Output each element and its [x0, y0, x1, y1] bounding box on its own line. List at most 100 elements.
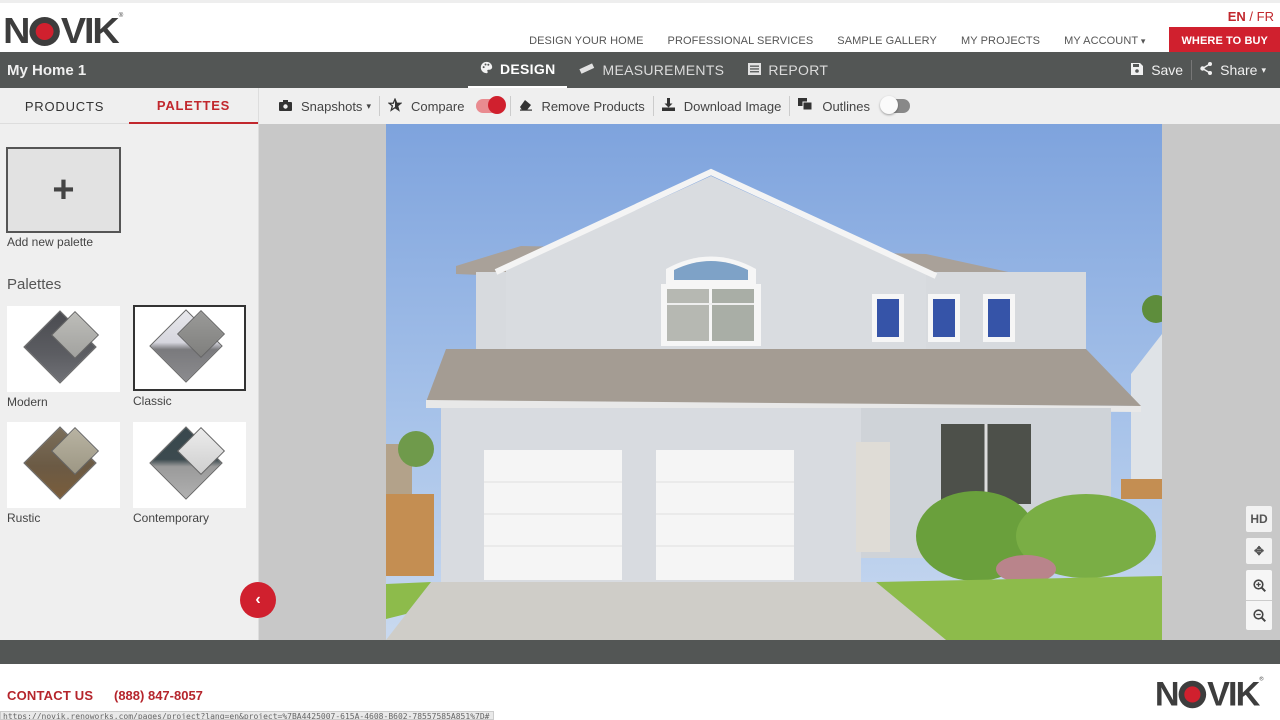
- plus-icon: +: [52, 169, 75, 211]
- novik-logo[interactable]: N VIK ®: [3, 13, 123, 49]
- tab-report[interactable]: REPORT: [736, 52, 840, 88]
- top-header: N VIK ® EN / FR DESIGN YOUR HOME PROFESS…: [0, 0, 1280, 55]
- palettes-heading: Palettes: [7, 276, 62, 293]
- logo-letters-vik: VIK: [1206, 674, 1260, 713]
- outlines-toggle[interactable]: [880, 96, 911, 114]
- chevron-down-icon: ▾: [1261, 64, 1266, 75]
- nav-my-projects[interactable]: MY PROJECTS: [961, 35, 1040, 47]
- tab-design-label: DESIGN: [500, 61, 556, 77]
- where-to-buy-button[interactable]: WHERE TO BUY: [1169, 27, 1280, 55]
- nav-professional-services[interactable]: PROFESSIONAL SERVICES: [668, 35, 814, 47]
- logo-red-dot-icon: [29, 16, 60, 46]
- add-palette-label: Add new palette: [7, 235, 94, 249]
- logo-letter-n: N: [1154, 674, 1179, 713]
- nav-my-account-dropdown[interactable]: MY ACCOUNT: [1064, 35, 1145, 47]
- collapse-panel-button[interactable]: ‹: [240, 582, 276, 618]
- eraser-icon: [519, 99, 533, 114]
- hd-toggle-button[interactable]: HD: [1246, 506, 1272, 532]
- lang-en-link[interactable]: EN: [1228, 9, 1246, 24]
- star-icon: [387, 97, 403, 115]
- outlines-label: Outlines: [822, 98, 871, 114]
- outlines-icon: [798, 98, 813, 114]
- zoom-out-icon: [1252, 609, 1266, 622]
- download-icon: [661, 98, 675, 114]
- share-dropdown-button[interactable]: Share ▾: [1192, 62, 1274, 78]
- palette-card-contemporary[interactable]: Contemporary: [133, 422, 246, 525]
- logo-letters-vik: VIK: [60, 10, 120, 51]
- palette-card-classic[interactable]: Classic: [133, 305, 246, 408]
- floppy-disk-icon: [1131, 62, 1144, 78]
- tab-measurements[interactable]: MEASUREMENTS: [567, 52, 736, 88]
- registered-mark: ®: [1258, 676, 1264, 683]
- palette-swatch-icon: [22, 309, 104, 389]
- palette-name: Rustic: [7, 511, 41, 525]
- zoom-in-button[interactable]: [1246, 570, 1272, 600]
- tab-palettes[interactable]: PALETTES: [129, 88, 258, 124]
- palette-icon: [480, 61, 493, 77]
- design-canvas: HD ✥: [259, 124, 1280, 640]
- palette-name: Modern: [7, 395, 48, 409]
- toggle-knob: [488, 96, 507, 114]
- chevron-down-icon: ▾: [366, 100, 371, 111]
- ruler-icon: [579, 62, 595, 78]
- palette-card-rustic[interactable]: Rustic: [7, 422, 120, 525]
- save-button[interactable]: Save: [1123, 62, 1191, 78]
- compare-toggle[interactable]: [476, 96, 507, 114]
- phone-number[interactable]: (888) 847-8057: [114, 688, 203, 703]
- snapshots-label: Snapshots: [301, 98, 363, 114]
- zoom-controls: [1246, 570, 1272, 630]
- palette-swatch-icon: [148, 308, 230, 388]
- zoom-in-icon: [1252, 578, 1266, 592]
- palette-thumbnail[interactable]: [133, 305, 246, 391]
- lang-separator: /: [1249, 9, 1254, 24]
- zoom-out-button[interactable]: [1246, 600, 1272, 630]
- registered-mark: ®: [118, 13, 124, 19]
- logo-letter-n: N: [3, 10, 30, 51]
- top-navigation: DESIGN YOUR HOME PROFESSIONAL SERVICES S…: [529, 27, 1280, 55]
- move-arrows-icon: ✥: [1253, 544, 1265, 558]
- palette-card-modern[interactable]: Modern: [7, 306, 120, 409]
- left-panel: PRODUCTS PALETTES + Add new palette Pale…: [0, 88, 259, 640]
- lang-fr-link[interactable]: FR: [1257, 9, 1274, 24]
- toggle-knob: [880, 96, 899, 114]
- pan-button[interactable]: ✥: [1246, 538, 1272, 564]
- house-photo[interactable]: [386, 124, 1162, 640]
- compare-label: Compare: [410, 98, 465, 114]
- share-label: Share: [1220, 62, 1258, 78]
- nav-design-your-home[interactable]: DESIGN YOUR HOME: [529, 35, 643, 47]
- compare-control[interactable]: Compare: [380, 88, 472, 124]
- add-palette-button[interactable]: +: [6, 147, 121, 233]
- house-illustration: [386, 168, 1162, 640]
- contact-us-link[interactable]: CONTACT US: [7, 688, 93, 703]
- download-image-button[interactable]: Download Image: [654, 88, 790, 124]
- nav-sample-gallery[interactable]: SAMPLE GALLERY: [837, 35, 937, 47]
- remove-products-button[interactable]: Remove Products: [511, 88, 652, 124]
- palette-thumbnail[interactable]: [133, 422, 246, 508]
- palette-swatch-icon: [148, 425, 230, 505]
- palette-name: Contemporary: [133, 511, 210, 525]
- camera-icon: [279, 99, 292, 114]
- outlines-control[interactable]: Outlines: [790, 88, 878, 124]
- tab-measurements-label: MEASUREMENTS: [602, 62, 725, 78]
- tab-design[interactable]: DESIGN: [468, 52, 568, 88]
- bottom-bar: [0, 640, 1280, 664]
- browser-status-url: https://novik.renoworks.com/pages/projec…: [0, 711, 494, 720]
- tab-report-label: REPORT: [768, 62, 829, 78]
- tab-products[interactable]: PRODUCTS: [0, 88, 129, 124]
- share-icon: [1200, 62, 1213, 78]
- chevron-left-icon: ‹: [255, 591, 261, 608]
- palette-thumbnail[interactable]: [7, 422, 120, 508]
- remove-products-label: Remove Products: [541, 98, 645, 114]
- download-image-label: Download Image: [683, 98, 782, 114]
- language-switcher: EN / FR: [1228, 9, 1274, 24]
- list-icon: [748, 62, 762, 78]
- footer-novik-logo[interactable]: N VIK ®: [1154, 674, 1264, 713]
- snapshots-dropdown[interactable]: Snapshots ▾: [271, 88, 379, 124]
- palette-thumbnail[interactable]: [7, 306, 120, 392]
- panel-tabs: PRODUCTS PALETTES: [0, 88, 258, 124]
- palette-name: Classic: [133, 394, 172, 408]
- app-bar: My Home 1 DESIGN MEASUREMENTS REPORT Sav…: [0, 52, 1280, 88]
- project-actions: Save Share ▾: [1123, 52, 1274, 88]
- logo-red-dot-icon: [1178, 680, 1206, 708]
- save-label: Save: [1151, 62, 1184, 78]
